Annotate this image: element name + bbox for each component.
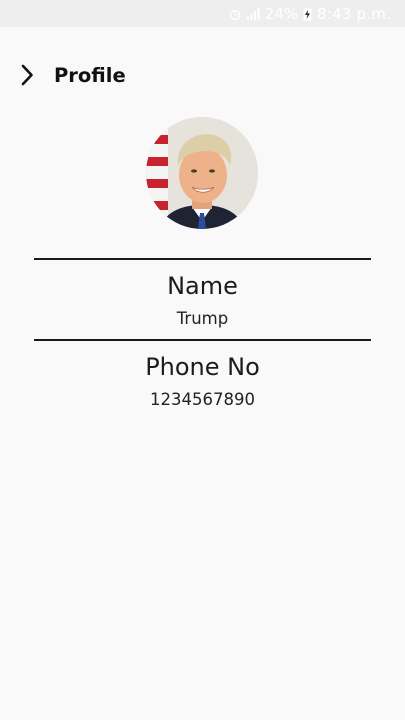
- avatar: [146, 117, 258, 229]
- name-label: Name: [167, 272, 238, 300]
- status-bar: 24% 8:43 p.m.: [0, 0, 405, 27]
- page-title: Profile: [54, 64, 126, 87]
- back-button[interactable]: [12, 62, 42, 92]
- alarm-icon: [229, 7, 241, 21]
- phone-value: 1234567890: [150, 390, 255, 409]
- battery-percent: 24%: [264, 4, 299, 23]
- divider-middle: [34, 339, 371, 341]
- signal-icon: [246, 7, 260, 21]
- name-value: Trump: [176, 309, 229, 328]
- divider-top: [34, 258, 371, 260]
- status-time: 8:43 p.m.: [317, 4, 391, 23]
- app-bar: Profile: [0, 56, 405, 98]
- profile-photo: [146, 117, 258, 229]
- battery-charging-icon: [303, 7, 312, 21]
- chevron-right-icon: [19, 64, 35, 90]
- phone-label: Phone No: [145, 353, 260, 381]
